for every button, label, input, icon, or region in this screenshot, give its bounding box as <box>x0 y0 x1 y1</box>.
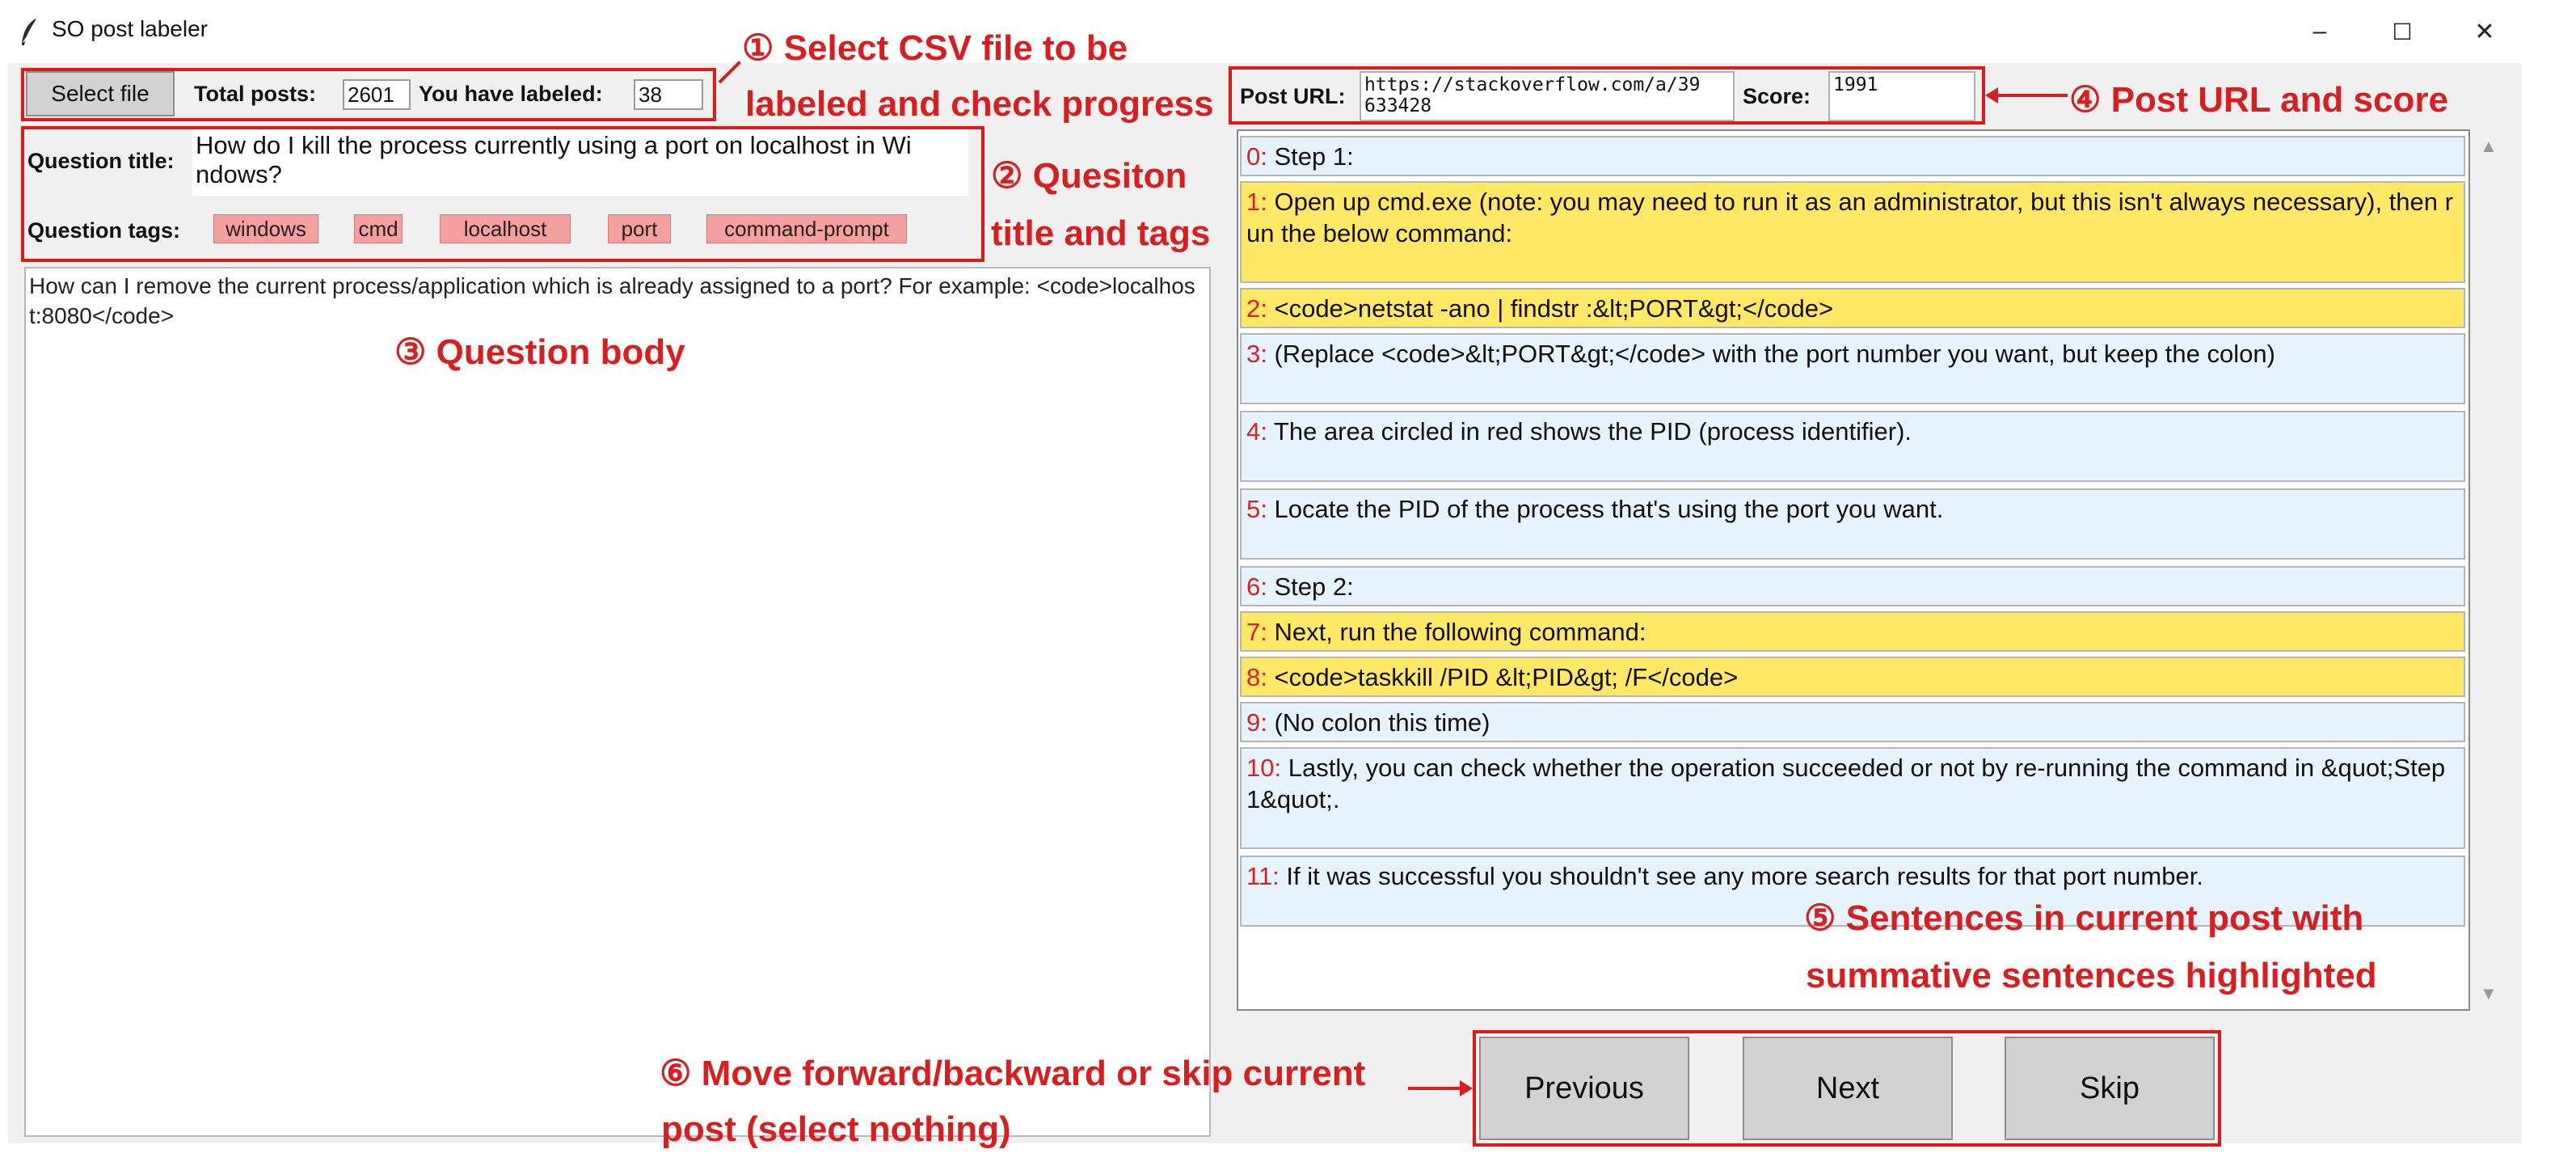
sentence-text: If it was successful you shouldn't see a… <box>1279 862 2203 890</box>
annotation-arrowhead-4 <box>1985 87 1998 104</box>
sentence-index: 3: <box>1246 340 1267 368</box>
sentence-7[interactable]: 7: Next, run the following command: <box>1240 611 2465 652</box>
sentence-index: 11: <box>1246 862 1280 890</box>
minimize-button[interactable]: – <box>2296 11 2344 52</box>
close-icon: ✕ <box>2474 18 2495 45</box>
sentence-list: 0: Step 1: 1: Open up cmd.exe (note: you… <box>1237 129 2470 1011</box>
sentence-index: 1: <box>1246 188 1267 216</box>
sentence-8[interactable]: 8: <code>taskkill /PID &lt;PID&gt; /F</c… <box>1240 657 2465 697</box>
sentence-10[interactable]: 10: Lastly, you can check whether the op… <box>1240 747 2465 849</box>
sentence-index: 9: <box>1246 708 1267 737</box>
sentence-scrollbar[interactable]: ▲ ▼ <box>2472 129 2504 1011</box>
question-body-text[interactable]: How can I remove the current process/app… <box>24 267 1211 1137</box>
sentence-4[interactable]: 4: The area circled in red shows the PID… <box>1240 411 2465 482</box>
sentence-index: 6: <box>1246 572 1267 601</box>
annotation-5-line1: ⑤ Sentences in current post with <box>1804 898 2364 938</box>
annotation-arrow-6 <box>1408 1087 1461 1090</box>
annotation-3: ③ Question body <box>394 332 685 372</box>
annotation-4: ④ Post URL and score <box>2069 80 2448 120</box>
sentence-text: Step 1: <box>1267 142 1354 171</box>
maximize-button[interactable]: ☐ <box>2378 11 2426 52</box>
sentence-text: Next, run the following command: <box>1267 618 1646 646</box>
sentence-9[interactable]: 9: (No colon this time) <box>1240 702 2465 742</box>
annotation-box-4 <box>1229 66 1985 125</box>
annotation-2-line1: ② Quesiton <box>991 156 1187 196</box>
sentence-index: 5: <box>1246 495 1267 523</box>
annotation-box-1 <box>21 68 716 121</box>
sentence-text: <code>netstat -ano | findstr :&lt;PORT&g… <box>1267 294 1834 323</box>
sentence-text: Lastly, you can check whether the operat… <box>1246 754 2446 813</box>
sentence-index: 7: <box>1246 618 1267 646</box>
annotation-1-line1: ① Select CSV file to be <box>742 28 1128 68</box>
annotation-arrowhead-6 <box>1460 1080 1473 1096</box>
annotation-6-line2: post (select nothing) <box>661 1109 1011 1149</box>
sentence-text: The area circled in red shows the PID (p… <box>1267 417 1912 446</box>
sentence-1[interactable]: 1: Open up cmd.exe (note: you may need t… <box>1240 181 2465 283</box>
sentence-2[interactable]: 2: <code>netstat -ano | findstr :&lt;POR… <box>1240 288 2465 328</box>
scroll-down-arrow-icon[interactable]: ▼ <box>2480 983 2498 1004</box>
minimize-icon: – <box>2312 18 2327 44</box>
sentence-index: 0: <box>1246 142 1267 171</box>
annotation-1-line2: labeled and check progress <box>745 84 1214 124</box>
sentence-index: 10: <box>1246 754 1282 782</box>
sentence-text: Locate the PID of the process that's usi… <box>1267 495 1944 523</box>
sentence-text: <code>taskkill /PID &lt;PID&gt; /F</code… <box>1267 663 1739 691</box>
annotation-box-6 <box>1473 1030 2221 1147</box>
sentence-0[interactable]: 0: Step 1: <box>1240 136 2465 176</box>
app-window: SO post labeler – ☐ ✕ Select file Total … <box>0 0 2576 1166</box>
sentence-text: Step 2: <box>1267 572 1354 601</box>
sentence-text: Open up cmd.exe (note: you may need to r… <box>1246 188 2453 247</box>
maximize-icon: ☐ <box>2392 19 2413 44</box>
window-title: SO post labeler <box>52 16 208 41</box>
title-bar: SO post labeler – ☐ ✕ <box>0 0 2576 63</box>
sentence-text: (Replace <code>&lt;PORT&gt;</code> with … <box>1267 340 2275 368</box>
sentence-text: (No colon this time) <box>1267 708 1490 737</box>
sentence-index: 2: <box>1246 294 1267 323</box>
sentence-index: 4: <box>1246 417 1267 446</box>
sentence-index: 8: <box>1246 663 1267 691</box>
close-button[interactable]: ✕ <box>2460 11 2509 52</box>
feather-icon <box>22 17 38 45</box>
annotation-arrow-4 <box>1996 94 2068 97</box>
annotation-6-line1: ⑥ Move forward/backward or skip current <box>660 1054 1366 1093</box>
annotation-box-2 <box>21 126 984 262</box>
sentence-3[interactable]: 3: (Replace <code>&lt;PORT&gt;</code> wi… <box>1240 333 2465 404</box>
sentence-5[interactable]: 5: Locate the PID of the process that's … <box>1240 488 2465 560</box>
annotation-5-line2: summative sentences highlighted <box>1806 956 2377 995</box>
annotation-2-line2: title and tags <box>991 213 1211 253</box>
scroll-up-arrow-icon[interactable]: ▲ <box>2480 136 2498 157</box>
sentence-6[interactable]: 6: Step 2: <box>1240 566 2465 606</box>
